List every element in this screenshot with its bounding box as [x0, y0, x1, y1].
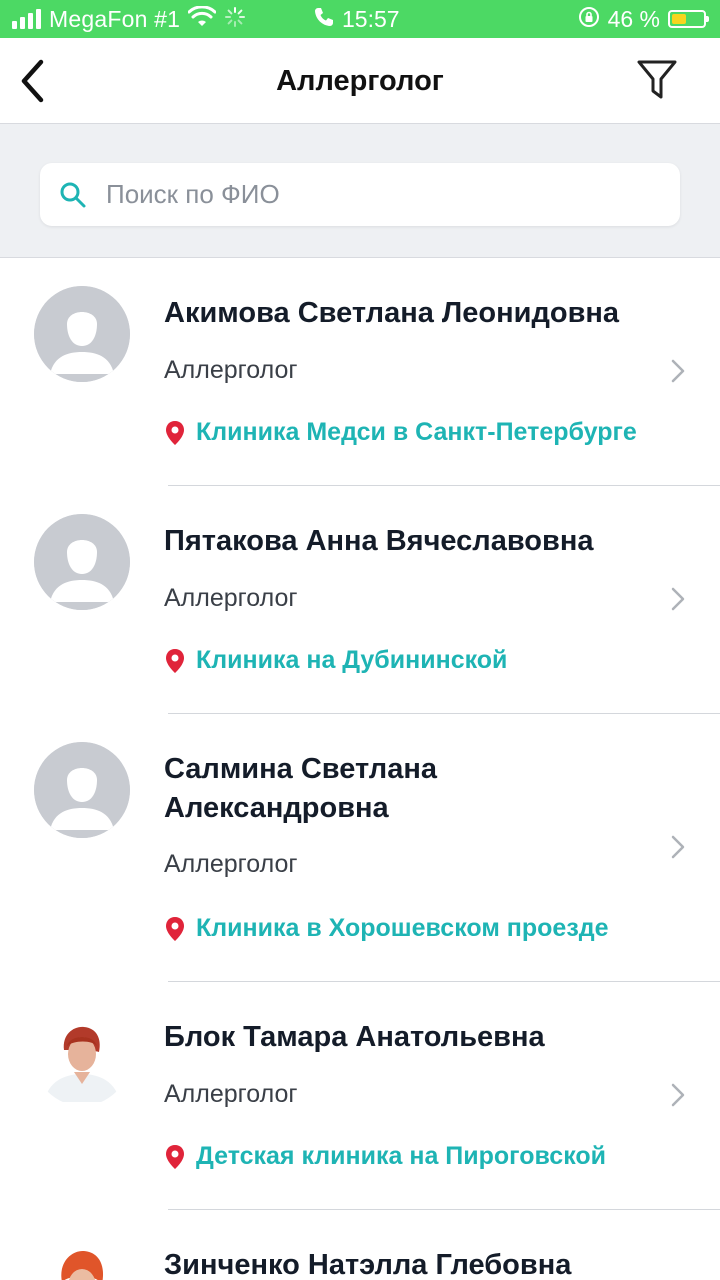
wifi-icon [187, 4, 217, 33]
battery-charging-icon [668, 10, 709, 28]
doctor-list: Акимова Светлана Леонидовна Аллерголог К… [0, 258, 720, 1280]
clinic-name: Клиника в Хорошевском проезде [196, 914, 609, 942]
battery-percent: 46 % [607, 5, 660, 32]
page-title: Аллерголог [276, 65, 444, 97]
nav-bar: Аллерголог [0, 38, 720, 124]
clinic-link[interactable]: Детская клиника на Пироговской [164, 1142, 606, 1171]
location-pin-icon [164, 916, 186, 942]
status-left: MegaFon #1 [12, 0, 246, 38]
doctor-photo [34, 1010, 130, 1106]
chevron-right-icon [668, 1080, 688, 1110]
phone-icon [314, 7, 334, 32]
list-item[interactable]: Акимова Светлана Леонидовна Аллерголог К… [0, 258, 720, 486]
doctor-specialty: Аллерголог [164, 1080, 298, 1108]
search-area [0, 124, 720, 258]
search-input[interactable] [106, 179, 646, 210]
clinic-name: Детская клиника на Пироговской [196, 1142, 607, 1170]
clinic-link[interactable]: Клиника Медси в Санкт-Петербурге [164, 418, 637, 447]
signal-icon [12, 9, 41, 29]
status-right: 46 % [578, 0, 709, 38]
location-pin-icon [164, 1144, 186, 1170]
list-item[interactable]: Пятакова Анна Вячеславовна Аллерголог Кл… [0, 486, 720, 714]
placeholder-avatar-icon [34, 514, 130, 610]
doctor-name: Зинченко Натэлла Глебовна [164, 1249, 572, 1280]
battery-level [672, 14, 686, 24]
orientation-lock-icon [578, 6, 600, 33]
chevron-right-icon [668, 356, 688, 386]
carrier-name: MegaFon #1 [49, 5, 181, 32]
list-item[interactable]: Салмина Светлана Александровна Аллерголо… [0, 714, 720, 982]
clinic-link[interactable]: Клиника в Хорошевском проезде [164, 914, 609, 943]
placeholder-avatar-icon [34, 286, 130, 382]
search-box[interactable] [40, 163, 680, 226]
placeholder-avatar-icon [34, 742, 130, 838]
back-button[interactable] [10, 56, 54, 106]
clinic-name: Клиника Медси в Санкт-Петербурге [196, 418, 637, 446]
doctor-name: Салмина Светлана Александровна [164, 753, 437, 824]
doctor-name: Блок Тамара Анатольевна [164, 1021, 545, 1053]
doctor-specialty: Аллерголог [164, 850, 298, 878]
filter-icon [637, 60, 677, 99]
list-item[interactable]: Блок Тамара Анатольевна Аллерголог Детск… [0, 982, 720, 1210]
clinic-name: Клиника на Дубининской [196, 646, 508, 674]
search-icon [58, 180, 88, 210]
chevron-left-icon [21, 59, 44, 103]
clinic-link[interactable]: Клиника на Дубининской [164, 646, 507, 675]
location-pin-icon [164, 420, 186, 446]
doctor-specialty: Аллерголог [164, 584, 298, 612]
chevron-right-icon [668, 584, 688, 614]
filter-button[interactable] [634, 56, 680, 104]
doctor-specialty: Аллерголог [164, 356, 298, 384]
clock: 15:57 [342, 5, 400, 32]
doctor-photo [34, 1238, 130, 1280]
chevron-right-icon [668, 832, 688, 862]
doctor-name: Пятакова Анна Вячеславовна [164, 525, 594, 557]
status-bar: MegaFon #1 15:57 46 % [0, 0, 720, 38]
location-pin-icon [164, 648, 186, 674]
list-item[interactable]: Зинченко Натэлла Глебовна [0, 1210, 720, 1280]
doctor-name: Акимова Светлана Леонидовна [164, 297, 620, 329]
activity-spinner-icon [224, 6, 246, 33]
status-center: 15:57 [314, 0, 400, 38]
